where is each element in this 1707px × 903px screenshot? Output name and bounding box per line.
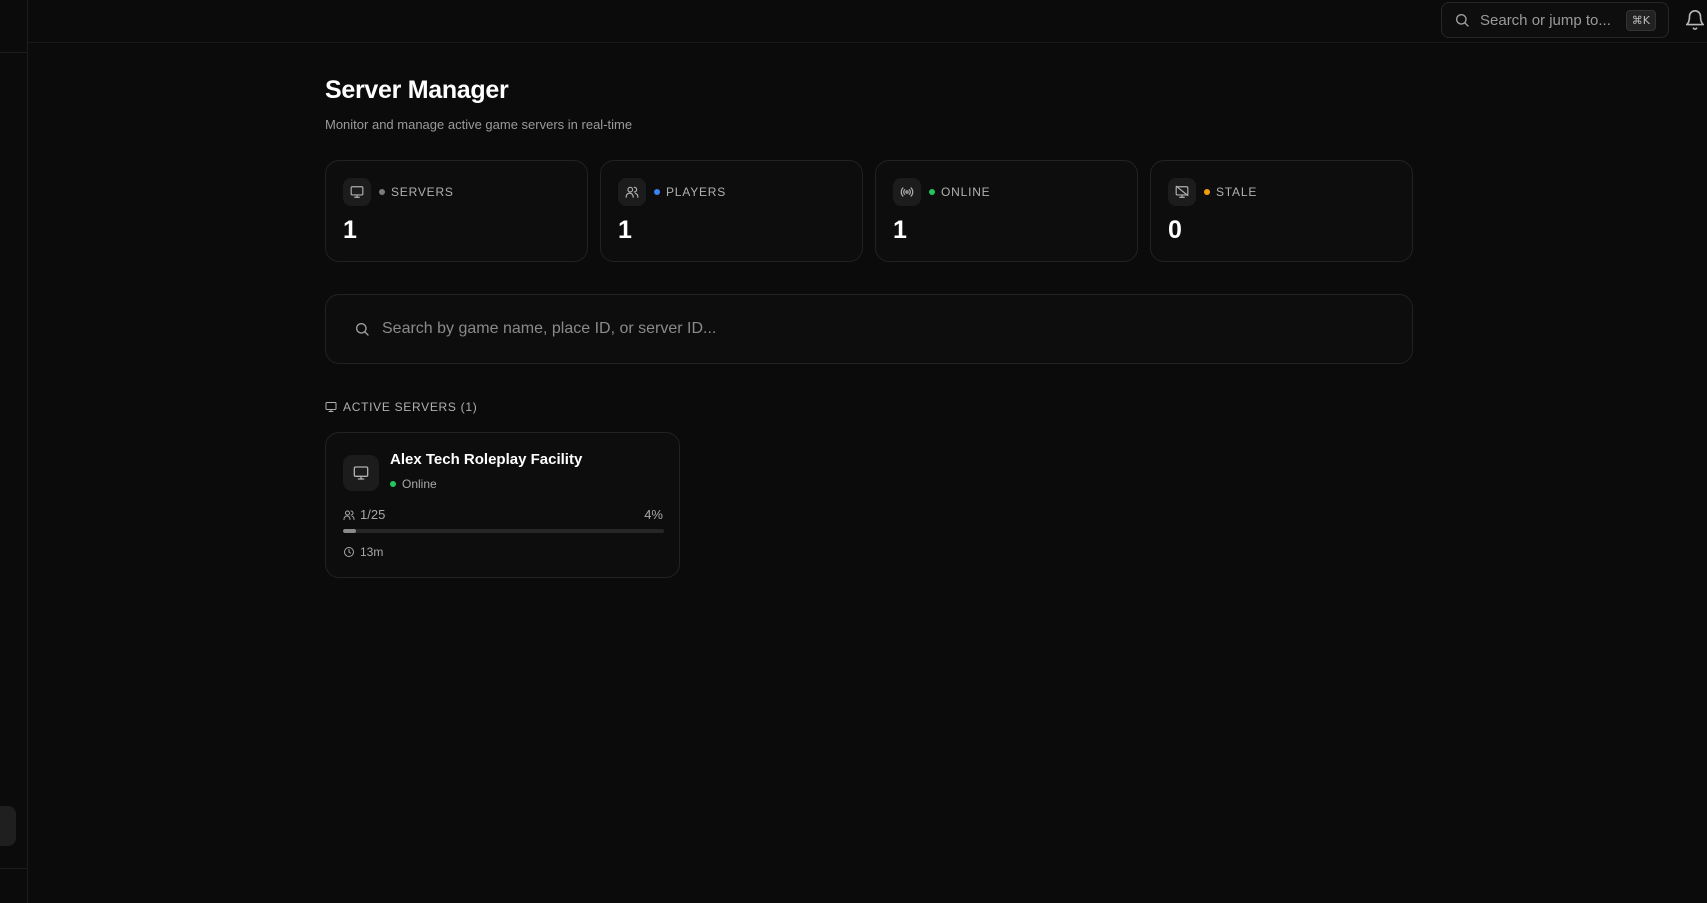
- status-dot: [1204, 189, 1210, 195]
- status-dot: [654, 189, 660, 195]
- users-icon: [343, 510, 355, 520]
- section-title: ACTIVE SERVERS (1): [343, 400, 478, 414]
- server-card[interactable]: Alex Tech Roleplay Facility Online 1/25 …: [325, 432, 680, 578]
- uptime-text: 13m: [360, 545, 384, 559]
- sidebar-divider-bottom: [0, 868, 28, 869]
- shortcut-badge: ⌘K: [1625, 9, 1656, 31]
- search-icon: [1456, 14, 1469, 27]
- stat-label: STALE: [1216, 185, 1258, 199]
- stat-value: 1: [893, 216, 907, 244]
- sidebar-divider-top: [0, 52, 28, 53]
- capacity-progress-fill: [343, 529, 356, 533]
- stat-label: SERVERS: [391, 185, 454, 199]
- player-count-text: 1/25: [360, 507, 386, 522]
- users-icon: [618, 178, 646, 206]
- status-dot: [390, 481, 396, 487]
- server-name: Alex Tech Roleplay Facility: [390, 451, 583, 468]
- monitor-off-icon: [1168, 178, 1196, 206]
- stats-row: SERVERS 1 PLAYERS 1 ONLINE 1 STALE 0: [325, 160, 1413, 262]
- stat-value: 1: [343, 216, 357, 244]
- stat-card-servers: SERVERS 1: [325, 160, 588, 262]
- global-search-label: Search or jump to...: [1480, 11, 1611, 29]
- sidebar-toggle-handle[interactable]: [0, 806, 16, 846]
- page-subtitle: Monitor and manage active game servers i…: [325, 117, 633, 132]
- stat-card-online: ONLINE 1: [875, 160, 1138, 262]
- broadcast-icon: [893, 178, 921, 206]
- section-header-active-servers: ACTIVE SERVERS (1): [325, 400, 477, 414]
- status-dot: [929, 189, 935, 195]
- server-capacity-percent: 4%: [644, 507, 663, 522]
- monitor-icon: [325, 402, 337, 412]
- server-status: Online: [390, 477, 437, 491]
- monitor-icon: [343, 455, 379, 491]
- server-uptime: 13m: [343, 545, 383, 559]
- search-icon: [356, 323, 369, 336]
- capacity-progress-bar: [343, 529, 664, 533]
- stat-value: 0: [1168, 216, 1182, 244]
- monitor-icon: [343, 178, 371, 206]
- top-bar: Search or jump to... ⌘K: [28, 0, 1707, 43]
- global-search-button[interactable]: Search or jump to... ⌘K: [1441, 2, 1669, 38]
- stat-value: 1: [618, 216, 632, 244]
- clock-icon: [344, 547, 354, 557]
- stat-card-stale: STALE 0: [1150, 160, 1413, 262]
- stat-card-players: PLAYERS 1: [600, 160, 863, 262]
- page-title: Server Manager: [325, 76, 509, 104]
- status-dot: [379, 189, 385, 195]
- server-status-text: Online: [402, 477, 437, 491]
- server-player-count: 1/25: [343, 507, 385, 522]
- sidebar: [0, 0, 28, 903]
- stat-label: ONLINE: [941, 185, 991, 199]
- stat-label: PLAYERS: [666, 185, 727, 199]
- bell-icon[interactable]: [1684, 9, 1706, 31]
- main-content: Server Manager Monitor and manage active…: [325, 76, 1413, 578]
- server-search-box[interactable]: [325, 294, 1413, 364]
- server-search-input[interactable]: [382, 320, 1384, 338]
